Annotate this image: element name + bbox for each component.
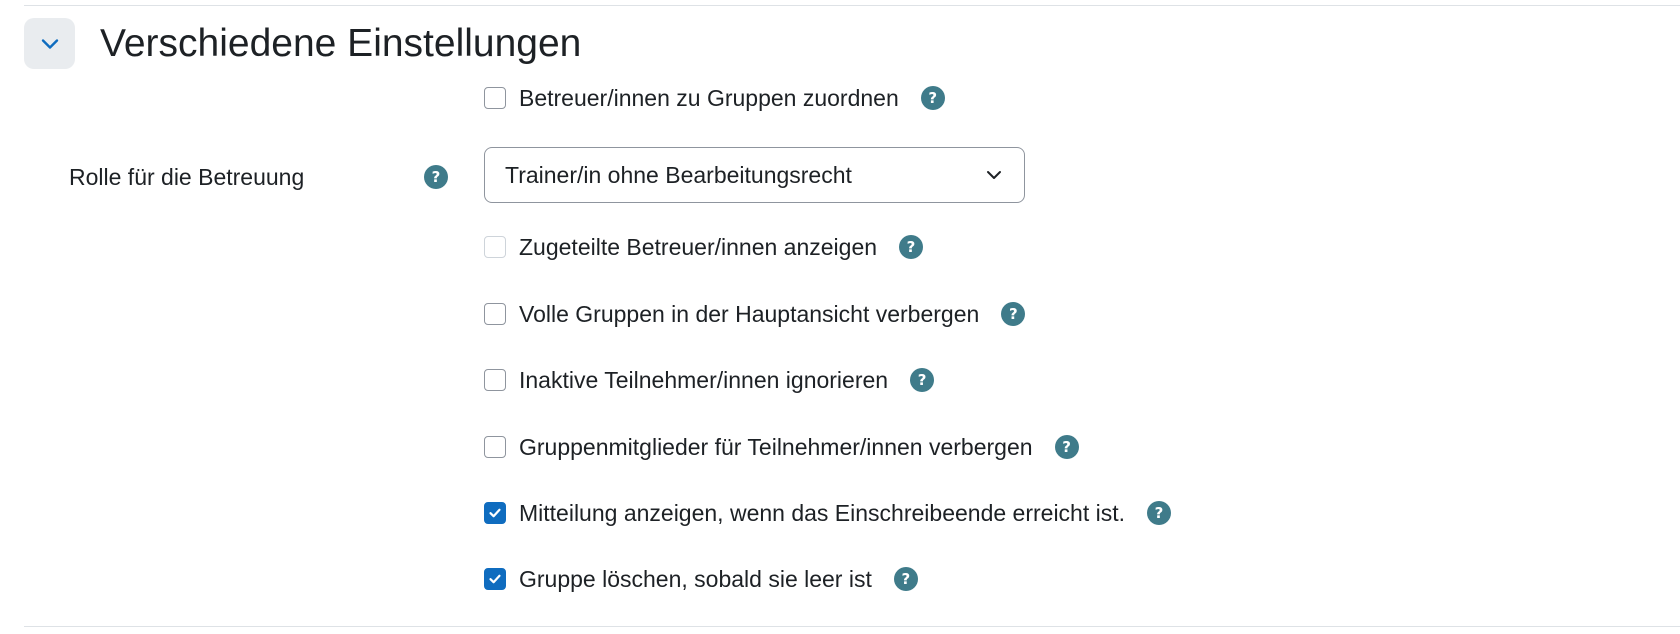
chevron-down-icon <box>41 38 58 49</box>
hide-members-checkbox[interactable] <box>484 436 506 458</box>
show-enrolment-end-message-checkbox[interactable] <box>484 502 506 524</box>
ignore-inactive-checkbox[interactable] <box>484 369 506 391</box>
ignore-inactive-label: Inaktive Teilnehmer/innen ignorieren <box>519 367 889 393</box>
help-icon[interactable]: ? <box>920 86 945 110</box>
help-icon[interactable]: ? <box>1147 501 1172 525</box>
checkmark-icon <box>489 574 501 584</box>
show-enrolment-end-message-label: Mitteilung anzeigen, wenn das Einschreib… <box>519 500 1126 526</box>
help-icon[interactable]: ? <box>1001 302 1026 326</box>
section-title: Verschiedene Einstellungen <box>100 22 582 65</box>
section-collapse-toggle[interactable] <box>24 18 75 69</box>
help-icon[interactable]: ? <box>1054 435 1079 459</box>
section-bottom-divider <box>24 626 1680 627</box>
tutor-role-label: Rolle für die Betreuung <box>69 164 305 190</box>
hide-full-groups-label: Volle Gruppen in der Hauptansicht verber… <box>519 301 980 327</box>
setting-show-tutors: Zugeteilte Betreuer/innen anzeigen ? <box>484 232 924 262</box>
show-tutors-label: Zugeteilte Betreuer/innen anzeigen <box>519 234 878 260</box>
help-icon[interactable]: ? <box>899 235 924 259</box>
assign-tutors-checkbox[interactable] <box>484 87 506 109</box>
setting-ignore-inactive: Inaktive Teilnehmer/innen ignorieren ? <box>484 365 935 395</box>
setting-show-enrolment-end-message: Mitteilung anzeigen, wenn das Einschreib… <box>484 498 1172 528</box>
tutor-role-selected-value: Trainer/in ohne Bearbeitungsrecht <box>505 162 852 188</box>
hide-members-label: Gruppenmitglieder für Teilnehmer/innen v… <box>519 434 1033 460</box>
tutor-role-select[interactable]: Trainer/in ohne Bearbeitungsrecht <box>484 147 1025 203</box>
setting-assign-tutors: Betreuer/innen zu Gruppen zuordnen ? <box>484 83 945 113</box>
help-icon[interactable]: ? <box>893 567 918 591</box>
setting-hide-members: Gruppenmitglieder für Teilnehmer/innen v… <box>484 432 1079 462</box>
delete-empty-group-checkbox[interactable] <box>484 568 506 590</box>
help-icon[interactable]: ? <box>424 165 448 189</box>
help-icon[interactable]: ? <box>910 368 935 392</box>
show-tutors-checkbox <box>484 236 506 258</box>
setting-hide-full-groups: Volle Gruppen in der Hauptansicht verber… <box>484 299 1026 329</box>
section-top-divider <box>24 5 1680 6</box>
delete-empty-group-label: Gruppe löschen, sobald sie leer ist <box>519 566 872 592</box>
checkmark-icon <box>489 508 501 518</box>
assign-tutors-label: Betreuer/innen zu Gruppen zuordnen <box>519 85 899 111</box>
hide-full-groups-checkbox[interactable] <box>484 303 506 325</box>
chevron-down-icon <box>987 171 1001 179</box>
setting-delete-empty-group: Gruppe löschen, sobald sie leer ist ? <box>484 564 918 594</box>
